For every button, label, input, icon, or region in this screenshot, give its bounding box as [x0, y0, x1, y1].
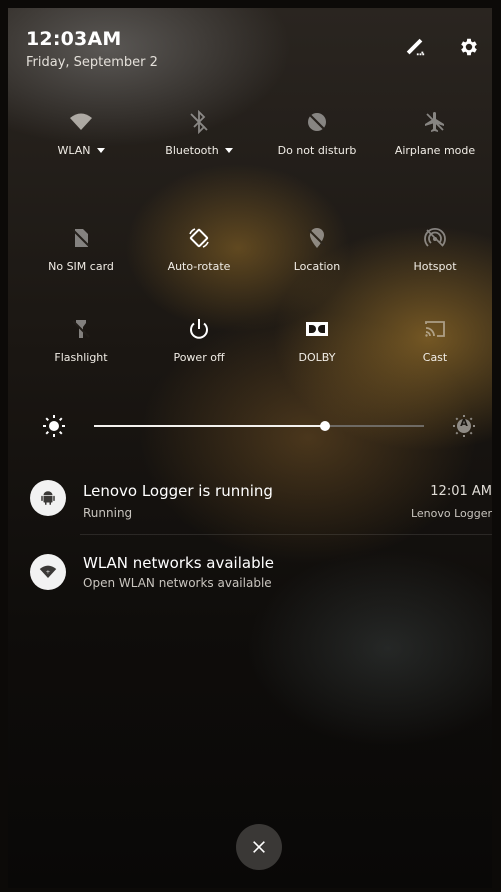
wifi-icon	[70, 113, 92, 130]
auto-brightness-letter: A	[460, 418, 468, 429]
auto-rotate-icon	[189, 228, 209, 248]
tile-flashlight[interactable]: Flashlight	[26, 317, 136, 364]
do-not-disturb-icon	[308, 113, 326, 131]
edit-qs-icon[interactable]	[404, 36, 426, 58]
notification-wlan-available[interactable]: + WLAN networks available Open WLAN netw…	[8, 542, 492, 602]
status-date: Friday, September 2	[26, 55, 158, 70]
cast-icon	[425, 321, 445, 337]
notification-lenovo-logger[interactable]: Lenovo Logger is running Running 12:01 A…	[8, 468, 492, 528]
gear-icon[interactable]	[458, 36, 480, 58]
tile-auto-rotate-label: Auto-rotate	[167, 260, 231, 273]
tile-cast-label: Cast	[422, 351, 448, 364]
dismiss-all-button[interactable]	[236, 824, 282, 870]
tile-flashlight-label: Flashlight	[54, 351, 108, 364]
tile-power-off[interactable]: Power off	[144, 317, 254, 364]
notification-divider	[80, 534, 492, 535]
notification-title: WLAN networks available	[83, 554, 274, 572]
notification-title: Lenovo Logger is running	[83, 482, 273, 500]
tile-do-not-disturb-label: Do not disturb	[277, 144, 357, 157]
brightness-slider-thumb[interactable]	[320, 421, 330, 431]
clock-ampm: AM	[87, 28, 122, 50]
wifi-notification-icon: +	[39, 565, 57, 578]
brightness-slider-fill	[94, 425, 325, 427]
tile-location-label: Location	[293, 260, 341, 273]
tile-do-not-disturb[interactable]: Do not disturb	[262, 110, 372, 157]
tile-hotspot-label: Hotspot	[413, 260, 457, 273]
bluetooth-dropdown-icon[interactable]	[224, 147, 233, 153]
tile-no-sim-card-label: No SIM card	[48, 260, 114, 273]
notification-app-name: Lenovo Logger	[410, 507, 492, 520]
notification-time: 12:01 AM	[430, 484, 492, 499]
notification-subtitle: Open WLAN networks available	[83, 576, 272, 590]
flashlight-icon	[72, 320, 90, 338]
close-icon	[253, 841, 265, 853]
bluetooth-icon	[190, 110, 208, 134]
notification-subtitle: Running	[83, 506, 133, 520]
svg-text:+: +	[46, 570, 50, 576]
tile-airplane-mode[interactable]: Airplane mode	[380, 110, 490, 157]
notification-avatar	[30, 480, 66, 516]
tile-bluetooth[interactable]: Bluetooth	[144, 110, 254, 157]
auto-brightness-toggle[interactable]: A	[452, 414, 476, 438]
tile-wlan-label: WLAN	[57, 144, 91, 157]
notification-avatar: +	[30, 554, 66, 590]
android-icon	[41, 491, 55, 505]
hotspot-icon	[424, 227, 446, 247]
location-icon	[308, 228, 326, 248]
airplane-icon	[425, 112, 444, 132]
tile-airplane-mode-label: Airplane mode	[394, 144, 476, 157]
power-icon	[190, 319, 208, 339]
sim-card-icon	[72, 229, 90, 247]
wlan-dropdown-icon[interactable]	[96, 147, 105, 153]
tile-dolby-label: DOLBY	[298, 351, 336, 364]
tile-wlan[interactable]: WLAN	[26, 110, 136, 157]
brightness-icon	[43, 415, 65, 437]
clock-time: 12:03	[26, 28, 88, 50]
dolby-icon	[306, 322, 328, 336]
tile-location[interactable]: Location	[262, 226, 372, 273]
tile-dolby[interactable]: DOLBY	[262, 317, 372, 364]
brightness-slider[interactable]	[94, 421, 424, 431]
tile-no-sim-card[interactable]: No SIM card	[26, 226, 136, 273]
tile-power-off-label: Power off	[173, 351, 225, 364]
status-time: 12:03AM	[26, 28, 122, 50]
tile-hotspot[interactable]: Hotspot	[380, 226, 490, 273]
tile-cast[interactable]: Cast	[380, 317, 490, 364]
tile-auto-rotate[interactable]: Auto-rotate	[144, 226, 254, 273]
tile-bluetooth-label: Bluetooth	[165, 144, 219, 157]
